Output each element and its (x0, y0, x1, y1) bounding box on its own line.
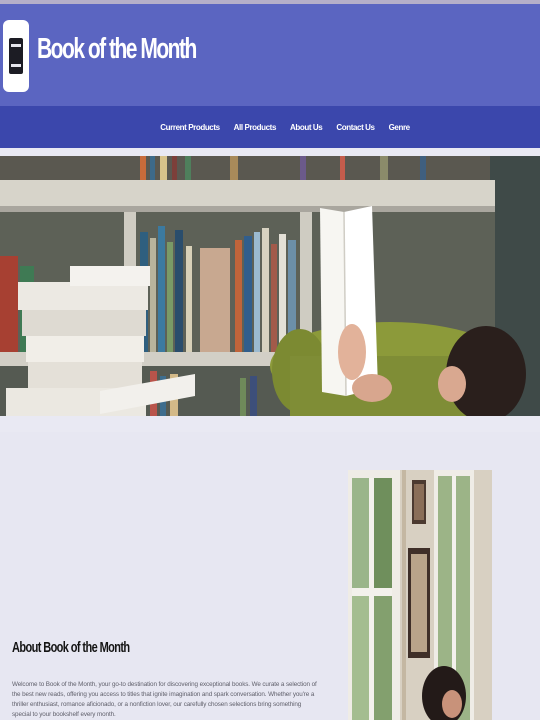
window-reading-photo (348, 470, 492, 720)
about-heading: About Book of the Month (12, 640, 130, 656)
book-logo-icon[interactable] (3, 20, 29, 92)
nav-item-about-us[interactable]: About Us (290, 123, 323, 132)
hero-reading-photo (0, 156, 540, 416)
nav-item-genre[interactable]: Genre (389, 123, 411, 132)
site-header: Book of the Month (0, 4, 540, 106)
logo-book-glyph (9, 38, 23, 74)
nav-item-contact-us[interactable]: Contact Us (336, 123, 375, 132)
site-title[interactable]: Book of the Month (37, 34, 197, 66)
about-paragraph: Welcome to Book of the Month, your go-to… (12, 681, 317, 718)
nav-item-current-products[interactable]: Current Products (160, 123, 220, 132)
hero-image (0, 156, 540, 416)
main-nav: Current Products All Products About Us C… (0, 106, 540, 148)
side-window-photo (348, 470, 492, 720)
nav-item-all-products[interactable]: All Products (234, 123, 277, 132)
